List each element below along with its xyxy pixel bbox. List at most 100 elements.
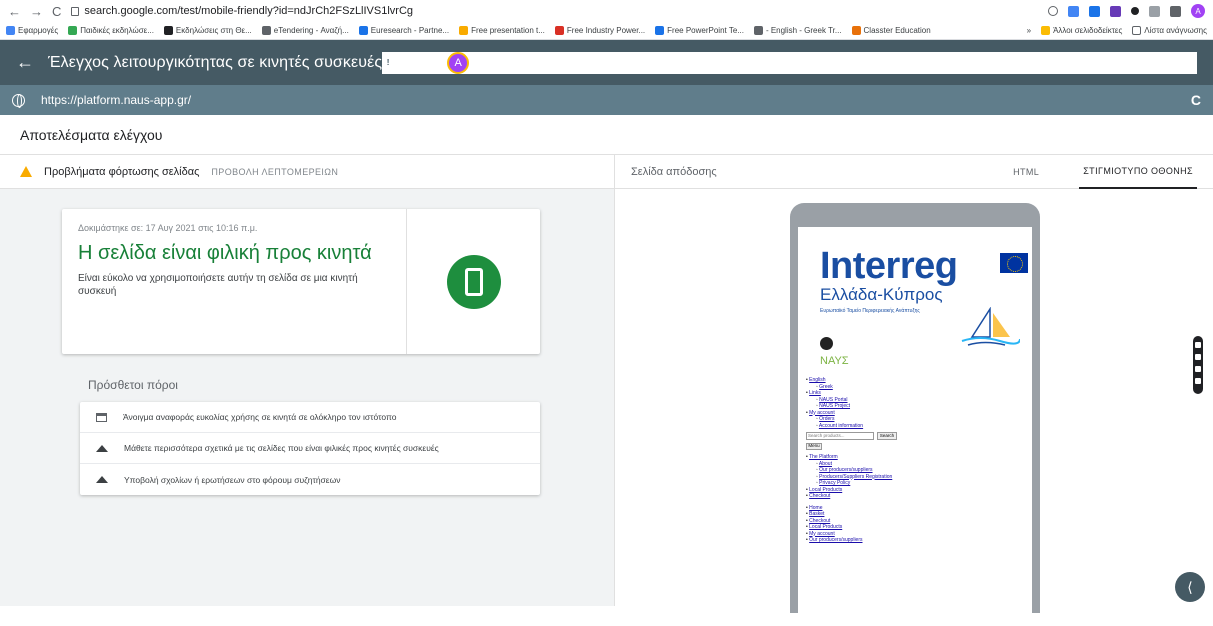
feedback-icon[interactable]: !: [382, 57, 395, 68]
tested-url: https://platform.naus-app.gr/: [41, 93, 192, 107]
bookmark-icon: [753, 26, 763, 35]
lock-icon: [71, 6, 80, 16]
school-icon: [96, 444, 108, 452]
report-icon: [96, 412, 107, 422]
phone-frame: Interreg Ελλάδα-Κύπρος Ευρωπαϊκό Ταμείο …: [790, 203, 1040, 613]
browser-forward-button[interactable]: →: [30, 4, 43, 19]
video-icon[interactable]: [1195, 354, 1201, 360]
preview-links: • English ◦ Greek • Links ◦ NAUS Portal ◦ NA…: [806, 377, 897, 544]
profile-avatar[interactable]: A: [1191, 4, 1205, 18]
extension-icon[interactable]: [1131, 7, 1139, 15]
puzzle-icon[interactable]: [1170, 5, 1181, 17]
bookmark-label: eTendering - Αναζή...: [273, 26, 349, 35]
resource-item[interactable]: Μάθετε περισσότερα σχετικά με τις σελίδε…: [80, 433, 540, 464]
settings-icon[interactable]: [1195, 378, 1201, 384]
bookmark-icon: [459, 26, 469, 35]
google-apps-icon[interactable]: [414, 56, 428, 69]
star-icon[interactable]: [1048, 6, 1058, 16]
share-icon: ⟨: [1187, 578, 1193, 595]
results-heading: Αποτελέσματα ελέγχου: [0, 115, 1213, 155]
logo-region: Ελλάδα-Κύπρος: [820, 285, 943, 304]
page-title: Έλεγχος λειτουργικότητας σε κινητές συσκ…: [48, 53, 383, 71]
preview-menu-button[interactable]: Menu: [806, 443, 822, 450]
resource-item[interactable]: Άνοιγμα αναφοράς ευκολίας χρήσης σε κινη…: [80, 402, 540, 433]
tested-url-bar: https://platform.naus-app.gr/ C: [0, 85, 1213, 115]
sailboat-icon: [961, 307, 1020, 346]
rendered-screenshot[interactable]: Interreg Ελλάδα-Κύπρος Ευρωπαϊκό Ταμείο …: [798, 227, 1032, 613]
account-avatar[interactable]: A: [447, 51, 470, 74]
other-bookmarks-label: Άλλοι σελιδοδείκτες: [1053, 26, 1123, 35]
bookmark-item[interactable]: Euresearch - Partne...: [358, 26, 450, 35]
back-arrow-icon[interactable]: ←: [16, 52, 34, 73]
reading-list[interactable]: Λίστα ανάγνωσης: [1132, 26, 1207, 35]
globe-icon: [12, 93, 25, 108]
tab-html[interactable]: HTML: [1013, 167, 1039, 177]
bookmark-item[interactable]: Εκδηλώσεις στη Θε...: [163, 26, 252, 35]
naus-logo-icon: [820, 337, 833, 350]
bookmark-label: - English - Greek Tr...: [765, 26, 842, 35]
browser-back-button[interactable]: ←: [8, 4, 21, 19]
reading-list-label: Λίστα ανάγνωσης: [1144, 26, 1207, 35]
share-button[interactable]: ⟨: [1175, 572, 1205, 602]
preview-link[interactable]: ◦ Account information: [806, 423, 897, 430]
preview-search-input[interactable]: Search products...: [806, 432, 874, 440]
other-bookmarks[interactable]: Άλλοι σελιδοδείκτες: [1041, 26, 1122, 35]
logo-interreg: Interreg: [820, 245, 958, 287]
rendered-page-label: Σελίδα απόδοσης: [631, 165, 717, 178]
bookmark-label: Free presentation t...: [471, 26, 545, 35]
browser-reload-button[interactable]: C: [52, 4, 61, 19]
bookmark-item[interactable]: Εφαρμογές: [6, 26, 58, 35]
bookmark-item[interactable]: Free PowerPoint Te...: [655, 26, 744, 35]
bookmark-label: Free PowerPoint Te...: [667, 26, 744, 35]
address-text[interactable]: search.google.com/test/mobile-friendly?i…: [84, 5, 413, 17]
address-bar[interactable]: search.google.com/test/mobile-friendly?i…: [71, 5, 413, 17]
camera-icon[interactable]: [1195, 342, 1201, 348]
bookmarks-overflow-button[interactable]: »: [1027, 26, 1031, 35]
result-card: Δοκιμάστηκε σε: 17 Αυγ 2021 στις 10:16 π…: [62, 209, 540, 354]
bookmark-label: Εφαρμογές: [18, 26, 59, 35]
extension-icon[interactable]: [1068, 5, 1079, 17]
test-date: Δοκιμάστηκε σε: 17 Αυγ 2021 στις 10:16 π…: [78, 223, 258, 233]
extension-icon[interactable]: [1110, 5, 1121, 17]
bookmark-item[interactable]: Παιδικές εκδηλώσε...: [68, 26, 154, 35]
results-tabs: Προβλήματα φόρτωσης σελίδας ΠΡΟΒΟΛΗ ΛΕΠΤ…: [0, 155, 1213, 189]
preview-search-button[interactable]: Search: [877, 432, 897, 440]
extension-icon[interactable]: [1089, 5, 1100, 17]
issues-tab-area: Προβλήματα φόρτωσης σελίδας ΠΡΟΒΟΛΗ ΛΕΠΤ…: [0, 155, 615, 188]
tab-screenshot[interactable]: ΣΤΙΓΜΙΟΤΥΠΟ ΟΘΟΝΗΣ: [1079, 155, 1197, 189]
browser-toolbar: ← → C search.google.com/test/mobile-frie…: [0, 0, 1213, 22]
preview-link[interactable]: • Our producers/suppliers: [806, 537, 897, 544]
view-details-link[interactable]: ΠΡΟΒΟΛΗ ΛΕΠΤΟΜΕΡΕΙΩΝ: [211, 167, 338, 177]
extensions-area: A: [1048, 4, 1205, 18]
reading-list-icon: [1132, 26, 1142, 35]
retest-icon[interactable]: C: [1191, 92, 1201, 108]
bookmark-icon: [261, 26, 271, 35]
bookmark-label: Classter Education: [863, 26, 931, 35]
resources-list: Άνοιγμα αναφοράς ευκολίας χρήσης σε κινη…: [80, 402, 540, 495]
extension-icon[interactable]: [1149, 5, 1160, 17]
mobile-friendly-badge: [446, 254, 501, 309]
bookmark-icon: [554, 26, 564, 35]
bookmark-item[interactable]: Classter Education: [851, 26, 931, 35]
interreg-logo: Interreg Ελλάδα-Κύπρος Ευρωπαϊκό Ταμείο …: [820, 245, 1028, 367]
bookmark-icon: [163, 26, 173, 35]
browser-nav: ← → C: [8, 4, 61, 19]
resource-label: Υποβολή σχολίων ή ερωτήσεων στο φόρουμ σ…: [124, 474, 341, 485]
resource-label: Μάθετε περισσότερα σχετικά με τις σελίδε…: [124, 443, 439, 453]
bookmark-item[interactable]: Free Industry Power...: [554, 26, 645, 35]
header-actions: ! A: [382, 51, 1197, 74]
bookmark-icon: [655, 26, 665, 35]
smartphone-icon: [464, 267, 483, 296]
result-icon-area: [407, 209, 540, 354]
links-group-2: • The Platform ◦ About ◦ Our producers/sup…: [806, 454, 897, 500]
preview-panel: Interreg Ελλάδα-Κύπρος Ευρωπαϊκό Ταμείο …: [615, 189, 1213, 613]
bookmark-item[interactable]: - English - Greek Tr...: [753, 26, 842, 35]
warning-icon: [20, 166, 32, 177]
bookmark-label: Euresearch - Partne...: [370, 26, 450, 35]
image-icon[interactable]: [1195, 366, 1201, 372]
bookmark-label: Παιδικές εκδηλώσε...: [80, 26, 154, 35]
results-panel: Δοκιμάστηκε σε: 17 Αυγ 2021 στις 10:16 π…: [0, 189, 615, 606]
resource-item[interactable]: Υποβολή σχολίων ή ερωτήσεων στο φόρουμ σ…: [80, 464, 540, 495]
bookmark-item[interactable]: Free presentation t...: [459, 26, 545, 35]
bookmark-item[interactable]: eTendering - Αναζή...: [261, 26, 349, 35]
